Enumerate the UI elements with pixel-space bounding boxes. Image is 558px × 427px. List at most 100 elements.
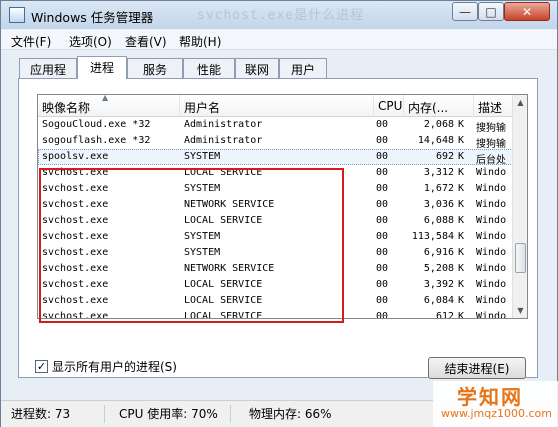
end-process-button[interactable]: 结束进程(E) [428,357,526,379]
column-description[interactable]: 描述 [474,95,513,117]
sort-arrow-icon: ▲ [102,95,109,102]
process-cpu: 00 [376,295,389,306]
table-row[interactable]: svchost.exe LOCAL SERVICE 00 3,392 K Windo [38,277,513,293]
process-name: spoolsv.exe [42,151,109,162]
process-cpu: 00 [376,119,389,130]
menu-view[interactable]: 查看(V) [125,33,167,50]
process-description: Windo [476,279,507,290]
show-all-users-label: 显示所有用户的进程(S) [52,359,177,374]
process-memory-unit: K [458,247,465,258]
menu-help[interactable]: 帮助(H) [179,33,221,50]
table-row[interactable]: svchost.exe LOCAL SERVICE 00 3,312 K Windo [38,165,513,181]
scroll-up-icon[interactable]: ▲ [514,95,527,110]
table-row[interactable]: svchost.exe SYSTEM 00 6,916 K Windo [38,245,513,261]
table-row[interactable]: svchost.exe LOCAL SERVICE 00 6,088 K Windo [38,213,513,229]
process-name: svchost.exe [42,279,109,290]
scroll-down-icon[interactable]: ▼ [514,303,527,318]
process-cpu: 00 [376,151,389,162]
process-memory-unit: K [458,311,465,319]
process-memory-unit: K [458,119,465,130]
table-row[interactable]: svchost.exe SYSTEM 00 113,584 K Windo [38,229,513,245]
process-memory-unit: K [458,279,465,290]
process-name: sogouflash.exe *32 [42,135,151,146]
task-manager-window: Windows 任务管理器 svchost.exe是什么进程 — □ ✕ 文件(… [0,0,558,427]
tab-performance[interactable]: 性能 [183,58,235,78]
process-name: svchost.exe [42,183,109,194]
table-row[interactable]: svchost.exe SYSTEM 00 1,672 K Windo [38,181,513,197]
process-memory-unit: K [458,151,465,162]
column-image-name[interactable]: 映像名称 ▲ [38,95,180,117]
process-description: Windo [476,199,507,210]
process-user: Administrator [184,119,263,130]
watermark-text: svchost.exe是什么进程 [197,8,365,23]
menu-bar: 文件(F) 选项(O) 查看(V) 帮助(H) [1,30,557,50]
process-memory: 1,672 [423,183,454,194]
maximize-button[interactable]: □ [478,2,504,21]
process-memory: 6,084 [423,295,454,306]
process-memory: 6,088 [423,215,454,226]
tab-users[interactable]: 用户 [279,58,327,78]
title-bar[interactable]: Windows 任务管理器 svchost.exe是什么进程 — □ ✕ [1,1,557,29]
table-row[interactable]: spoolsv.exe SYSTEM 00 692 K 后台处 [38,149,513,166]
table-row[interactable]: svchost.exe LOCAL SERVICE 00 6,084 K Windo [38,293,513,309]
task-manager-icon [9,7,25,23]
status-cpu-usage: CPU 使用率: 70% [119,405,231,423]
process-description: Windo [476,183,507,194]
tab-processes[interactable]: 进程 [77,56,127,79]
process-memory-unit: K [458,215,465,226]
process-description: 后台处 [476,155,506,166]
menu-file[interactable]: 文件(F) [11,33,51,50]
column-user-name[interactable]: 用户名 [180,95,374,117]
process-memory: 5,208 [423,263,454,274]
table-row[interactable]: svchost.exe NETWORK SERVICE 00 5,208 K Windo [38,261,513,277]
process-memory: 2,068 [423,119,454,130]
process-user: Administrator [184,135,263,146]
scroll-thumb[interactable] [515,243,526,273]
table-row[interactable]: SogouCloud.exe *32 Administrator 00 2,068 K 搜… [38,117,513,134]
process-cpu: 00 [376,183,389,194]
process-name: svchost.exe [42,167,109,178]
column-memory[interactable]: 内存(... [404,95,474,117]
process-memory-unit: K [458,183,465,194]
close-button[interactable]: ✕ [504,2,550,21]
process-cpu: 00 [376,311,389,319]
vertical-scrollbar[interactable]: ▲ ▼ [512,95,527,318]
processes-panel: 映像名称 ▲ 用户名 CPU 内存(... 描述 SogouCloud.exe … [18,78,538,379]
process-user: SYSTEM [184,247,221,258]
process-name: svchost.exe [42,263,109,274]
process-cpu: 00 [376,215,389,226]
process-memory: 612 [435,311,454,319]
process-name: SogouCloud.exe *32 [42,119,151,130]
minimize-button[interactable]: — [452,2,478,21]
table-row[interactable]: svchost.exe NETWORK SERVICE 00 3,036 K Windo [38,197,513,213]
process-memory-unit: K [458,295,465,306]
tab-applications[interactable]: 应用程序 [19,58,77,94]
process-memory: 3,312 [423,167,454,178]
show-all-users-toggle[interactable]: ✓ 显示所有用户的进程(S) [35,358,177,374]
window-title: Windows 任务管理器 [31,10,154,25]
process-name: svchost.exe [42,199,109,210]
process-cpu: 00 [376,247,389,258]
table-row[interactable]: svchost.exe LOCAL SERVICE 00 612 K Windo [38,309,513,319]
process-user: SYSTEM [184,183,221,194]
process-memory: 3,392 [423,279,454,290]
process-user: LOCAL SERVICE [184,167,263,178]
process-user: LOCAL SERVICE [184,215,263,226]
process-memory-unit: K [458,199,465,210]
process-cpu: 00 [376,231,389,242]
tab-networking[interactable]: 联网 [235,58,279,78]
process-memory: 3,036 [423,199,454,210]
process-cpu: 00 [376,279,389,290]
process-user: LOCAL SERVICE [184,295,263,306]
process-list[interactable]: 映像名称 ▲ 用户名 CPU 内存(... 描述 SogouCloud.exe … [37,94,528,319]
table-row[interactable]: sogouflash.exe *32 Administrator 00 14,648 K… [38,133,513,150]
process-name: svchost.exe [42,295,109,306]
column-cpu[interactable]: CPU [374,95,404,117]
process-description: Windo [476,247,507,258]
tab-services[interactable]: 服务 [127,58,183,78]
process-description: 搜狗输 [476,139,506,150]
logo-title: 学知网 [457,385,523,409]
process-memory: 14,648 [417,135,454,146]
menu-options[interactable]: 选项(O) [69,33,112,50]
show-all-users-checkbox[interactable]: ✓ [35,359,48,373]
